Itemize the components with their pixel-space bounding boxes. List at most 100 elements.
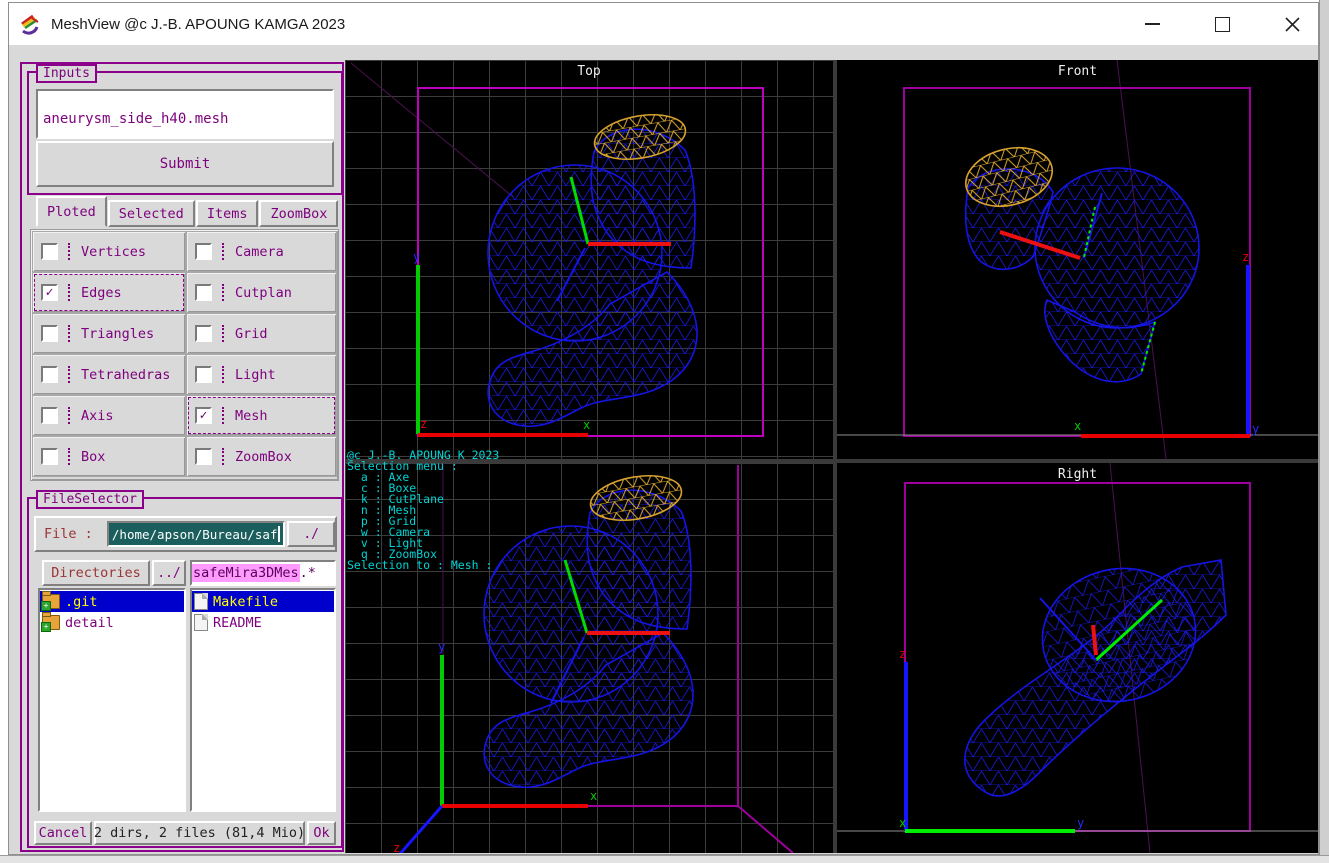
text-cursor	[278, 526, 281, 542]
checkbox-icon[interactable]	[41, 325, 58, 342]
fileselector-status: 2 dirs, 2 files (81,4 Mio)	[94, 821, 305, 845]
drag-handle-icon	[222, 284, 226, 301]
checkbox-label: ZoomBox	[235, 448, 292, 465]
plot-options-grid: Vertices Camera ✓ Edges Cutplan Triangles Grid…	[30, 229, 339, 481]
file-item-label: Makefile	[213, 593, 279, 610]
checkbox-cutplan[interactable]: Cutplan	[186, 272, 337, 313]
checkbox-label: Triangles	[81, 325, 155, 342]
directories-button[interactable]: Directories	[42, 560, 150, 586]
checkbox-light[interactable]: Light	[186, 354, 337, 395]
drag-handle-icon	[68, 448, 72, 465]
axis-label-x: x	[590, 789, 597, 803]
file-path-button[interactable]: ./	[287, 521, 335, 547]
checkbox-vertices[interactable]: Vertices	[32, 231, 186, 272]
viewport-label: Top	[577, 64, 601, 79]
tab-bar: Ploted Selected Items ZoomBox	[36, 196, 339, 227]
file-filter-input[interactable]: safeMira3DMes .*	[190, 560, 336, 586]
checkbox-label: Cutplan	[235, 284, 292, 301]
file-list: Makefile README	[190, 588, 336, 812]
axis-label-y: y	[1252, 422, 1259, 436]
checkbox-icon[interactable]	[41, 448, 58, 465]
drag-handle-icon	[222, 448, 226, 465]
checkbox-mesh[interactable]: ✓ Mesh	[186, 395, 337, 436]
directory-item-detail[interactable]: detail	[40, 612, 184, 633]
filter-suffix: .*	[299, 565, 316, 581]
maximize-button[interactable]	[1211, 13, 1233, 35]
checkbox-label: Axis	[81, 407, 114, 424]
checkbox-icon[interactable]	[195, 243, 212, 260]
axis-label-x: x	[583, 418, 590, 432]
tab-selected[interactable]: Selected	[107, 200, 195, 227]
viewport-shape	[398, 805, 444, 853]
drag-handle-icon	[222, 407, 226, 424]
checkbox-grid[interactable]: Grid	[186, 313, 337, 354]
tab-ploted[interactable]: Ploted	[36, 196, 107, 227]
axis-label-z: z	[899, 647, 906, 661]
checkbox-icon[interactable]	[195, 448, 212, 465]
viewport-perspective[interactable]: y x z @c J.-B. APOUNG K 2023 Selection menu…	[345, 449, 833, 853]
folder-icon	[41, 612, 60, 632]
viewport-canvas: z x y	[837, 60, 1318, 459]
directory-item-label: .git	[65, 593, 98, 610]
drag-handle-icon	[68, 243, 72, 260]
mesh-filename-value: aneurysm_side_h40.mesh	[43, 111, 229, 127]
file-path-input[interactable]: /home/apson/Bureau/saf	[106, 521, 286, 547]
checkbox-edges[interactable]: ✓ Edges	[32, 272, 186, 313]
inputs-group-label: Inputs	[36, 64, 97, 83]
viewport-shape	[1034, 167, 1200, 329]
checkbox-label: Camera	[235, 243, 284, 260]
viewport-area: Top y z x Front z x y y x z @c J.-B. APOUNG K 202…	[345, 60, 1318, 853]
checkbox-triangles[interactable]: Triangles	[32, 313, 186, 354]
checkbox-icon[interactable]	[41, 407, 58, 424]
app-icon	[21, 14, 39, 35]
checkbox-icon[interactable]	[41, 366, 58, 383]
checkbox-icon[interactable]	[41, 243, 58, 260]
checkbox-axis[interactable]: Axis	[32, 395, 186, 436]
viewport-shape	[737, 805, 794, 853]
file-path-value: /home/apson/Bureau/saf	[111, 526, 278, 542]
checkbox-icon[interactable]	[195, 366, 212, 383]
folder-icon	[41, 591, 60, 611]
close-button[interactable]	[1281, 13, 1303, 35]
minimize-button[interactable]	[1141, 13, 1163, 35]
checkbox-zoombox[interactable]: ZoomBox	[186, 436, 337, 477]
parent-directory-button[interactable]: ../	[152, 560, 186, 586]
viewport-label: Front	[1057, 64, 1098, 79]
drag-handle-icon	[222, 366, 226, 383]
viewport-label: Right	[1057, 467, 1098, 482]
viewport-top[interactable]: Top y z x	[345, 60, 833, 459]
axis-label-z: z	[393, 841, 400, 853]
drag-handle-icon	[68, 284, 72, 301]
fileselector-group-label: FileSelector	[36, 490, 144, 509]
axis-label-z: z	[1242, 250, 1249, 264]
directory-item-git[interactable]: .git	[40, 591, 184, 612]
tab-zoombox[interactable]: ZoomBox	[259, 200, 339, 227]
title-bar[interactable]: MeshView @c J.-B. APOUNG KAMGA 2023	[9, 3, 1318, 46]
checkbox-icon[interactable]	[195, 325, 212, 342]
cancel-button[interactable]: Cancel	[34, 821, 92, 845]
mesh-filename-input[interactable]: aneurysm_side_h40.mesh	[36, 89, 334, 139]
viewport-front[interactable]: Front z x y	[837, 60, 1318, 459]
viewport-shape	[350, 62, 514, 198]
submit-button[interactable]: Submit	[36, 141, 334, 187]
file-item-makefile[interactable]: Makefile	[192, 591, 334, 612]
checkbox-icon[interactable]	[195, 284, 212, 301]
checkbox-tetrahedras[interactable]: Tetrahedras	[32, 354, 186, 395]
minimize-icon	[1144, 23, 1160, 25]
directory-item-label: detail	[65, 614, 114, 631]
ok-button[interactable]: Ok	[307, 821, 336, 845]
checkbox-checked-icon[interactable]: ✓	[195, 407, 212, 424]
checkbox-box[interactable]: Box	[32, 436, 186, 477]
axis-label-y: y	[413, 250, 420, 264]
checkbox-label: Light	[235, 366, 276, 383]
tab-items[interactable]: Items	[195, 200, 259, 227]
checkbox-camera[interactable]: Camera	[186, 231, 337, 272]
window-title: MeshView @c J.-B. APOUNG KAMGA 2023	[51, 15, 346, 33]
checkbox-checked-icon[interactable]: ✓	[41, 284, 58, 301]
viewport-right[interactable]: Right z x y	[837, 463, 1318, 853]
file-item-readme[interactable]: README	[192, 612, 334, 633]
axis-label-y: y	[438, 640, 445, 654]
checkbox-label: Mesh	[235, 407, 268, 424]
checkbox-label: Box	[81, 448, 106, 465]
drag-handle-icon	[68, 325, 72, 342]
